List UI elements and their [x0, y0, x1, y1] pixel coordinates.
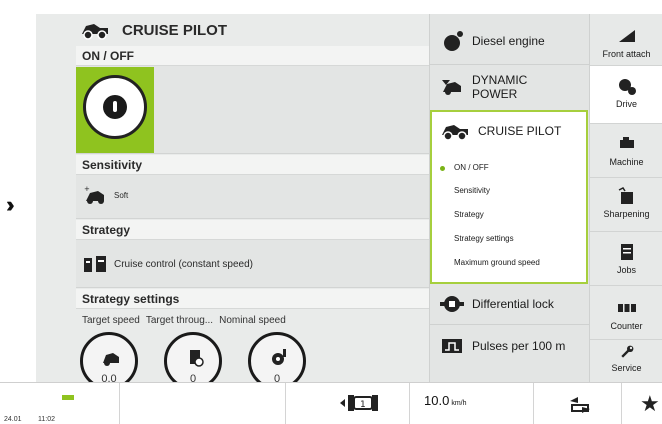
main-panel: CRUISE PILOT ON / OFF Sensitivity + Soft… [36, 14, 429, 382]
clock-cell: 24.01 11:02 [0, 383, 120, 424]
target-throughput-label: Target throug... [145, 315, 214, 326]
selected-indicator [440, 166, 445, 171]
card-title: CRUISE PILOT [478, 124, 562, 138]
steering-mode-icon: 1 [340, 395, 378, 411]
star-icon: ★ [640, 391, 660, 416]
option-strategy[interactable]: Strategy [454, 210, 484, 219]
nav-label: Counter [610, 321, 643, 331]
jobs-icon [620, 244, 633, 260]
cruise-pilot-icon [442, 125, 468, 141]
strategy-section-label: Strategy [76, 220, 429, 240]
nominal-speed-icon [272, 349, 286, 365]
drive-icon [618, 79, 636, 95]
sensitivity-value: Soft [114, 191, 129, 200]
nav-label: Drive [615, 99, 637, 109]
submenu-label: Diesel engine [472, 34, 545, 48]
nav-label: Sharpening [603, 209, 650, 219]
sensitivity-section-label: Sensitivity [76, 155, 429, 175]
favorites-cell[interactable]: ★ [622, 383, 662, 424]
nav-item-sharpening[interactable]: Sharpening [590, 178, 662, 232]
pulses-icon [442, 339, 462, 353]
page-title-bar: CRUISE PILOT [36, 14, 429, 46]
option-onoff[interactable]: ON / OFF [454, 163, 489, 172]
submenu-item-pulses[interactable]: Pulses per 100 m [430, 328, 590, 364]
nav-item-drive[interactable]: Drive [590, 66, 662, 124]
status-bar: 24.01 11:02 1 10.0 km/h ★ [0, 382, 662, 424]
main-nav: Front attach Drive Machine Sharpening Jo… [589, 14, 662, 382]
screen: CRUISE PILOT ON / OFF Sensitivity + Soft… [36, 14, 662, 382]
empty-cell [120, 383, 286, 424]
target-labels: Target speed Target throug... Nominal sp… [82, 315, 286, 326]
power-icon [83, 75, 147, 139]
target-throughput-icon [190, 350, 204, 367]
option-strategy-settings[interactable]: Strategy settings [454, 234, 514, 243]
submenu-label: Pulses per 100 m [472, 339, 566, 353]
target-throughput-value: 0 [189, 373, 197, 382]
target-speed-label: Target speed [82, 315, 140, 326]
onoff-toggle-button[interactable] [76, 67, 154, 153]
nav-item-front-attach[interactable]: Front attach [590, 14, 662, 66]
nav-label: Front attach [602, 49, 651, 59]
battery-icon [62, 395, 74, 400]
sensitivity-icon: + [84, 185, 104, 204]
wrench-icon [620, 345, 633, 358]
nominal-speed-label: Nominal speed [219, 315, 286, 326]
nav-item-service[interactable]: Service [590, 340, 662, 382]
nominal-speed-value: 0 [273, 373, 281, 382]
differential-lock-icon [440, 296, 464, 312]
dynamic-power-icon [442, 80, 461, 95]
option-max-ground-speed[interactable]: Maximum ground speed [454, 258, 540, 267]
engine-icon [444, 31, 463, 51]
date-readout: 24.01 [4, 416, 22, 423]
svg-text:1: 1 [360, 400, 366, 410]
svg-text:+: + [84, 185, 90, 193]
page-title: CRUISE PILOT [122, 21, 228, 39]
strategy-value: Cruise control (constant speed) [114, 259, 253, 270]
submenu-card-cruise-pilot[interactable]: CRUISE PILOT ON / OFF Sensitivity Strate… [430, 110, 588, 284]
nav-item-machine[interactable]: Machine [590, 124, 662, 178]
strategy-row[interactable]: Cruise control (constant speed) [76, 240, 429, 288]
sharpening-icon [618, 187, 633, 204]
cruise-pilot-card-title: CRUISE PILOT [440, 121, 561, 141]
onoff-section-label: ON / OFF [76, 46, 429, 66]
target-speed-value: 0.0 [101, 373, 117, 382]
submenu-label: Differential lock [472, 297, 554, 311]
speed-unit: km/h [451, 400, 467, 407]
nav-label: Machine [609, 157, 644, 167]
submenu-item-diesel-engine[interactable]: Diesel engine [430, 24, 590, 58]
expand-panel-strip[interactable]: ›› [0, 14, 36, 382]
option-sensitivity[interactable]: Sensitivity [454, 186, 490, 195]
submenu-item-dynamic-power[interactable]: DYNAMIC POWER [430, 68, 590, 106]
cruise-pilot-icon [82, 24, 108, 40]
submenu-label: DYNAMIC POWER [472, 73, 528, 101]
speed-readout: 10.0 km/h [424, 393, 466, 408]
speed-cell: 10.0 km/h [410, 383, 534, 424]
strategy-icon [84, 256, 106, 272]
nav-label: Jobs [616, 265, 636, 275]
target-speed-gauge[interactable]: 0.0 [80, 332, 138, 382]
steering-cell[interactable]: 1 [286, 383, 410, 424]
nav-label: Service [611, 363, 642, 373]
nav-item-counter[interactable]: Counter [590, 286, 662, 340]
nominal-speed-gauge[interactable]: 0 [248, 332, 306, 382]
submenu-item-differential-lock[interactable]: Differential lock [430, 286, 590, 322]
machine-icon [619, 137, 634, 148]
target-speed-icon [103, 353, 119, 366]
drive-submenu: Diesel engine DYNAMIC POWER CRUISE PILOT [429, 14, 590, 382]
nav-item-jobs[interactable]: Jobs [590, 232, 662, 286]
transport-mode-icon [570, 397, 590, 413]
target-throughput-gauge[interactable]: 0 [164, 332, 222, 382]
speed-value: 10.0 [424, 393, 450, 408]
front-attach-icon [618, 30, 635, 42]
strategy-settings-section-label: Strategy settings [76, 289, 429, 309]
double-chevron-right-icon[interactable]: ›› [6, 192, 14, 218]
time-readout: 11:02 [38, 416, 55, 423]
counter-icon [617, 304, 636, 312]
sensitivity-row[interactable]: + Soft [76, 175, 429, 219]
mode-cell[interactable] [534, 383, 622, 424]
